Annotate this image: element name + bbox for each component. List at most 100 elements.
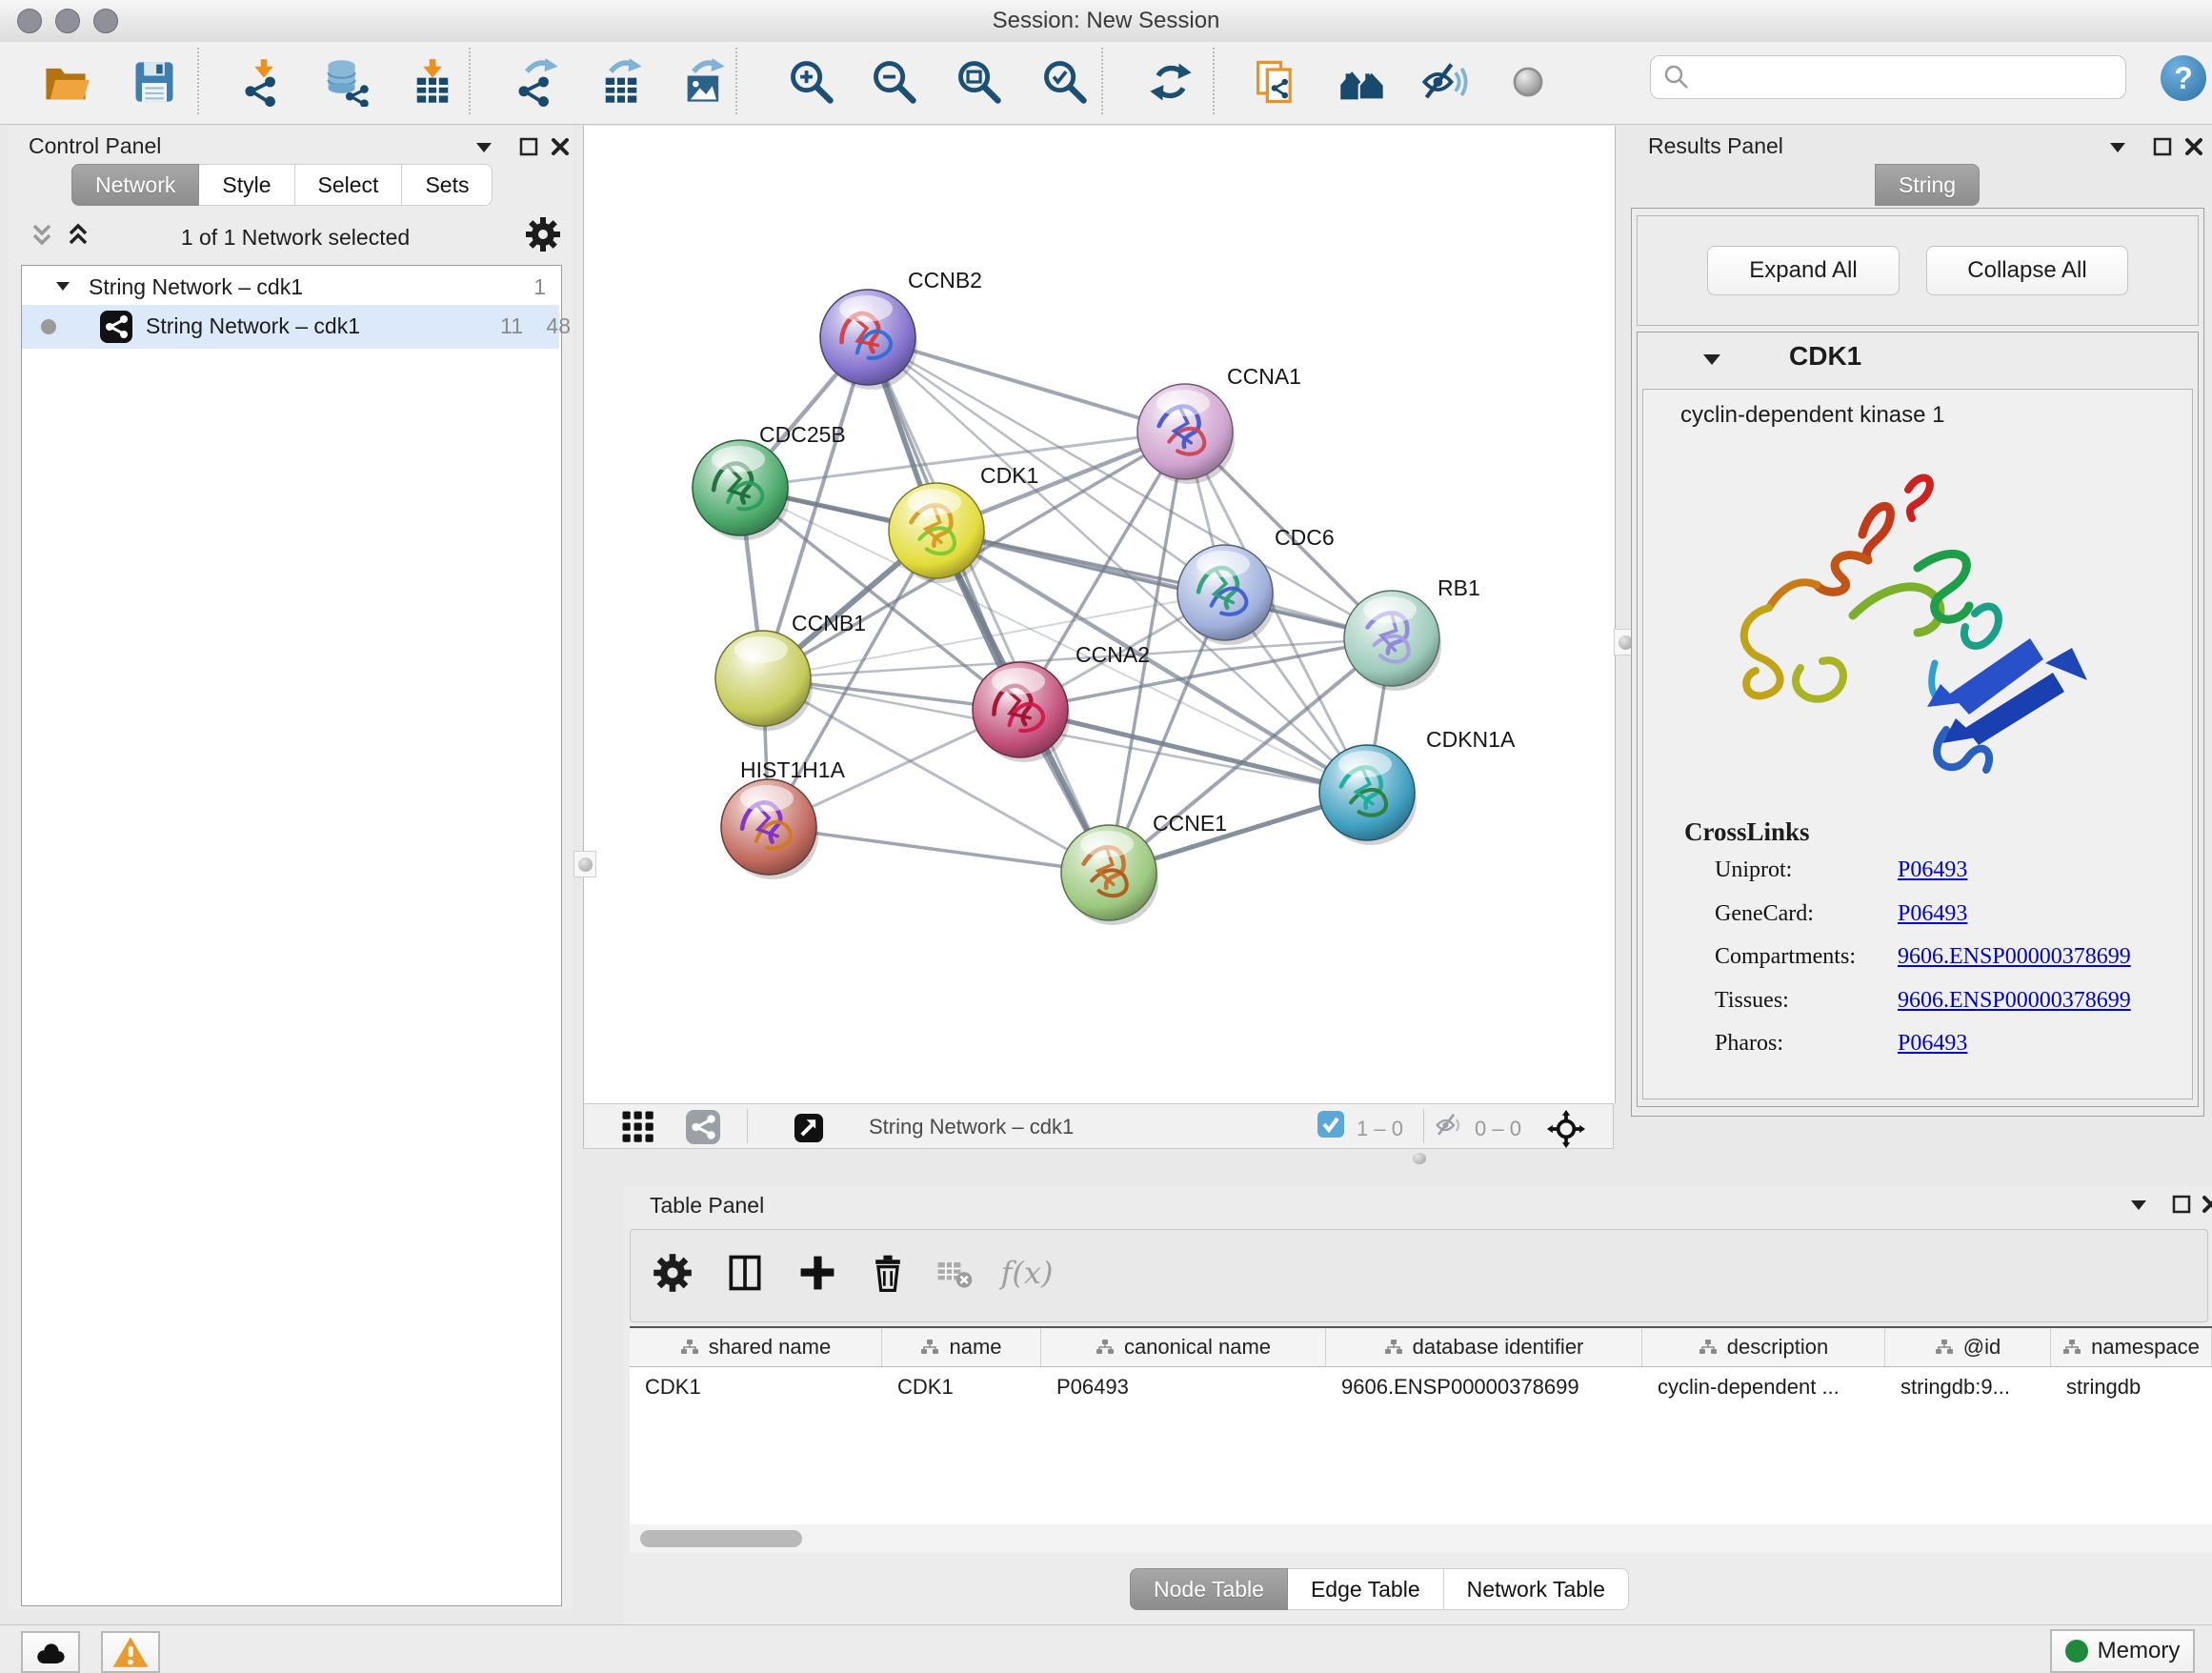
crosslink-link[interactable]: P06493 (1898, 1031, 1967, 1057)
tab-sets[interactable]: Sets (402, 164, 493, 206)
render-eye-icon[interactable] (1501, 55, 1555, 109)
tab-string[interactable]: String (1875, 164, 1980, 206)
zoom-selected-icon[interactable] (1038, 55, 1092, 109)
export-image-icon[interactable] (677, 55, 731, 109)
node-label-CDC6: CDC6 (1275, 525, 1335, 550)
column-header-canonical-name[interactable]: canonical name (1041, 1328, 1326, 1366)
network-canvas[interactable]: CCNB2CCNA1CDC25BCDK1CDC6RB1CCNB1CCNA2CDK… (583, 126, 1616, 1103)
table-row[interactable]: CDK1CDK1P064939606.ENSP00000378699cyclin… (630, 1367, 2212, 1407)
tab-network-table[interactable]: Network Table (1444, 1568, 1629, 1610)
table-cell[interactable]: P06493 (1041, 1367, 1326, 1407)
table-cell[interactable]: CDK1 (630, 1367, 882, 1407)
control-panel-float-icon[interactable] (519, 137, 538, 156)
open-session-icon[interactable] (39, 55, 92, 109)
column-header-database-identifier[interactable]: database identifier (1326, 1328, 1642, 1366)
table-cell[interactable]: 9606.ENSP00000378699 (1326, 1367, 1642, 1407)
edge-CCNB2-CCNE1[interactable] (868, 337, 1109, 873)
crosshair-icon[interactable] (1547, 1110, 1585, 1148)
zoom-in-icon[interactable] (785, 55, 838, 109)
edge-HIST1H1A-CCNE1[interactable] (769, 827, 1109, 873)
tab-select[interactable]: Select (295, 164, 403, 206)
column-header-description[interactable]: description (1642, 1328, 1885, 1366)
column-header-id[interactable]: @id (1885, 1328, 2051, 1366)
table-panel-collapse-icon[interactable] (2131, 1200, 2146, 1210)
table-hscrollbar-thumb[interactable] (640, 1530, 802, 1547)
crosslink-link[interactable]: P06493 (1898, 901, 1967, 927)
network-graph[interactable]: CCNB2CCNA1CDC25BCDK1CDC6RB1CCNB1CCNA2CDK… (584, 126, 1615, 1103)
table-cell[interactable]: CDK1 (882, 1367, 1041, 1407)
network-tree-selected-row[interactable]: String Network – cdk1 11 48 (22, 305, 559, 349)
export-table-icon[interactable] (594, 55, 648, 109)
network-options-gear-icon[interactable] (524, 215, 562, 253)
add-column-icon[interactable] (793, 1248, 842, 1298)
tab-network[interactable]: Network (71, 164, 199, 206)
expand-all-button[interactable]: Expand All (1707, 246, 1900, 295)
node-CDK1[interactable]: CDK1 (889, 463, 1038, 583)
refresh-icon[interactable] (1144, 55, 1197, 109)
network-tree-root-row[interactable]: String Network – cdk1 1 (22, 272, 559, 303)
memory-button[interactable]: Memory (2050, 1629, 2195, 1673)
home-icon[interactable] (1336, 55, 1389, 109)
hidden-eye-icon[interactable] (1435, 1110, 1465, 1140)
results-panel-collapse-icon[interactable] (2110, 143, 2125, 152)
open-in-window-icon[interactable] (791, 1110, 827, 1146)
control-panel-close-icon[interactable] (551, 137, 570, 156)
table-panel-close-icon[interactable] (2202, 1195, 2212, 1214)
function-builder-icon[interactable]: f(x) (1002, 1248, 1052, 1298)
export-network-icon[interactable] (511, 55, 564, 109)
birdseye-grid-icon[interactable] (621, 1110, 655, 1144)
table-hscrollbar-track[interactable] (630, 1524, 2212, 1553)
crosslink-link[interactable]: P06493 (1898, 857, 1967, 883)
node-CCNB2[interactable]: CCNB2 (820, 268, 982, 390)
show-columns-icon[interactable] (720, 1248, 770, 1298)
tab-style[interactable]: Style (199, 164, 294, 206)
collapse-all-icon[interactable] (29, 221, 55, 250)
bottom-splitter-handle[interactable] (1407, 1151, 1432, 1166)
table-cell[interactable]: stringdb:9... (1885, 1367, 2051, 1407)
node-RB1[interactable]: RB1 (1344, 575, 1480, 691)
node-CDC6[interactable]: CDC6 (1177, 525, 1335, 645)
results-panel-close-icon[interactable] (2184, 137, 2203, 156)
collapse-all-button[interactable]: Collapse All (1926, 246, 2128, 295)
node-CCNB1[interactable]: CCNB1 (715, 611, 866, 731)
tree-expand-icon[interactable] (56, 282, 70, 291)
gene-collapse-icon[interactable] (1703, 354, 1720, 365)
warning-button[interactable] (101, 1631, 160, 1673)
edge-layer (740, 337, 1392, 873)
column-header-name[interactable]: name (882, 1328, 1041, 1366)
edge-CCNA2-CDKN1A[interactable] (1020, 710, 1367, 793)
table-panel-float-icon[interactable] (2172, 1195, 2191, 1214)
tab-edge-table[interactable]: Edge Table (1288, 1568, 1444, 1610)
network-share-icon[interactable] (686, 1110, 720, 1144)
clear-table-icon[interactable] (930, 1248, 979, 1298)
node-HIST1H1A[interactable]: HIST1H1A (721, 757, 846, 879)
zoom-fit-icon[interactable] (953, 55, 1006, 109)
column-header-namespace[interactable]: namespace (2051, 1328, 2212, 1366)
table-cell[interactable]: cyclin-dependent ... (1642, 1367, 1885, 1407)
table-cell[interactable]: stringdb (2051, 1367, 2212, 1407)
column-header-shared-name[interactable]: shared name (630, 1328, 882, 1366)
cloud-button[interactable] (21, 1631, 80, 1673)
toolbar-search-input[interactable] (1650, 55, 2126, 99)
tab-node-table[interactable]: Node Table (1130, 1568, 1288, 1610)
expand-all-icon[interactable] (65, 221, 91, 250)
import-table-icon[interactable] (406, 55, 459, 109)
clone-network-icon[interactable] (1249, 55, 1302, 109)
selected-checkbox-icon[interactable] (1317, 1110, 1345, 1139)
node-CCNA1[interactable]: CCNA1 (1137, 364, 1301, 484)
node-CDKN1A[interactable]: CDKN1A (1319, 727, 1516, 845)
delete-column-icon[interactable] (863, 1248, 913, 1298)
hide-unhide-icon[interactable] (1418, 55, 1472, 109)
table-settings-gear-icon[interactable] (648, 1248, 697, 1298)
zoom-out-icon[interactable] (868, 55, 921, 109)
import-network-file-icon[interactable] (237, 55, 291, 109)
results-panel-float-icon[interactable] (2153, 137, 2172, 156)
help-icon[interactable]: ? (2161, 55, 2206, 101)
crosslink-link[interactable]: 9606.ENSP00000378699 (1898, 988, 2131, 1014)
control-panel-collapse-icon[interactable] (476, 143, 492, 152)
save-session-icon[interactable] (128, 55, 181, 109)
left-splitter-handle[interactable] (573, 851, 596, 877)
import-network-database-icon[interactable] (320, 55, 373, 109)
crosslinks-title: CrossLinks (1684, 817, 1810, 847)
crosslink-link[interactable]: 9606.ENSP00000378699 (1898, 944, 2131, 970)
